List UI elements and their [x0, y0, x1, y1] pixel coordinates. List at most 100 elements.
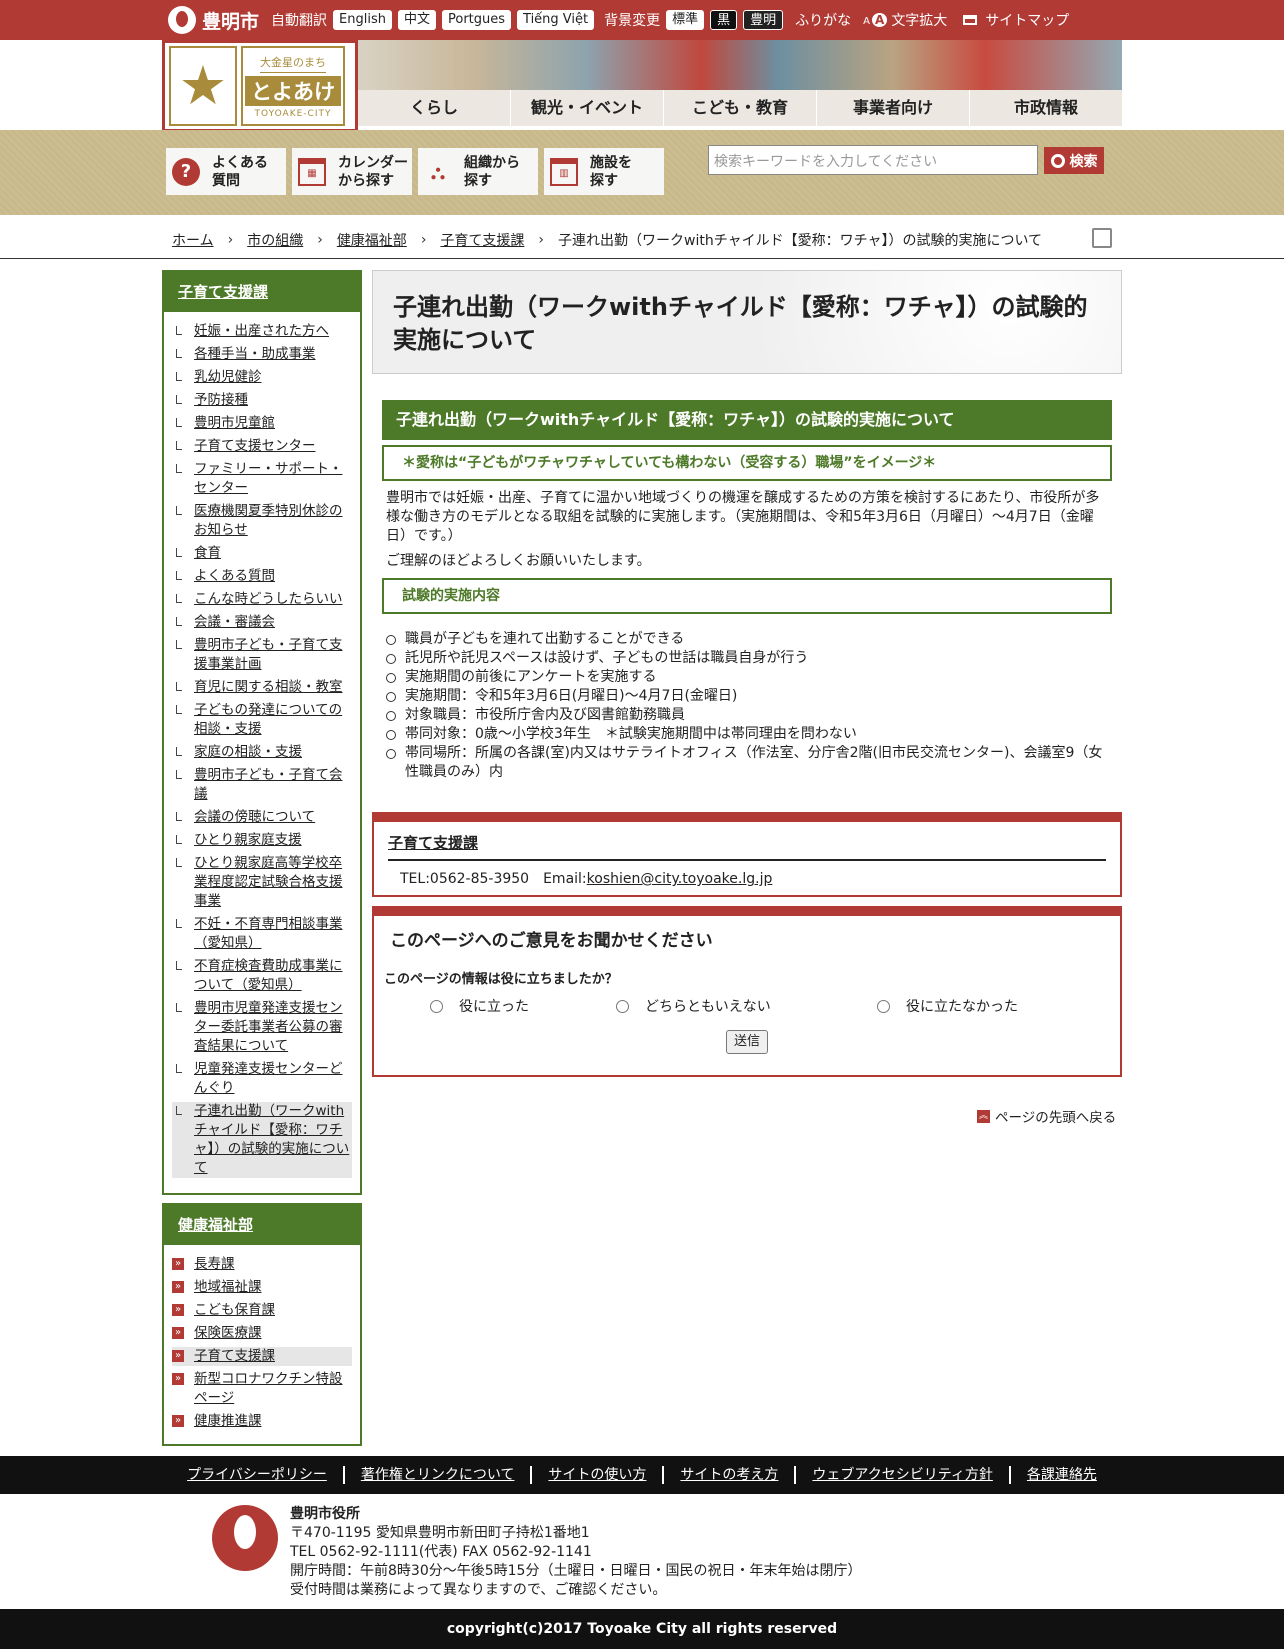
sidebar-item[interactable]: 予防接種 [172, 391, 352, 410]
org-button[interactable]: ⛬ 組織から 探す [418, 148, 538, 195]
sidebar-item-label[interactable]: 児童発達支援センターどんぐり [194, 1061, 343, 1096]
sidebar-item[interactable]: 食育 [172, 544, 352, 563]
sidebar-item[interactable]: 子連れ出勤（ワークwithチャイルド【愛称：ワチャ】）の試験的実施について [172, 1102, 352, 1178]
sidebar-item[interactable]: こども保育課 [172, 1301, 352, 1320]
sidebar-item[interactable]: 不妊・不育専門相談事業（愛知県） [172, 915, 352, 953]
sidebar-item-label[interactable]: 長寿課 [194, 1256, 235, 1272]
site-logo[interactable]: ★ 大金星のまち とよあけ TOYOAKE-CITY [162, 40, 358, 136]
sidebar-item-label[interactable]: 豊明市児童館 [194, 415, 275, 431]
zoom-button[interactable]: 文字拡大 [891, 10, 947, 30]
sidebar-item[interactable]: こんな時どうしたらいい [172, 590, 352, 609]
search-input[interactable]: 検索キーワードを入力してください [708, 145, 1038, 175]
facility-button[interactable]: ▥ 施設を 探す [544, 148, 664, 195]
sidebar-item-label[interactable]: 豊明市児童発達支援センター委託事業者公募の審査結果について [194, 1000, 343, 1054]
sidebar-item-label[interactable]: こんな時どうしたらいい [194, 591, 343, 607]
sidebar-item[interactable]: 健康推進課 [172, 1412, 352, 1431]
sidebar-item[interactable]: 豊明市子ども・子育て支援事業計画 [172, 636, 352, 674]
sidebar-item[interactable]: 保険医療課 [172, 1324, 352, 1343]
lang-portuguese[interactable]: Portgues [441, 10, 512, 30]
sidebar-item[interactable]: 子どもの発達についての相談・支援 [172, 701, 352, 739]
breadcrumb-organization[interactable]: 市の組織 [247, 230, 303, 250]
sidebar-item-label[interactable]: 不妊・不育専門相談事業（愛知県） [194, 916, 343, 951]
sidebar-item-label[interactable]: 医療機関夏季特別休診のお知らせ [194, 503, 343, 538]
back-to-top-link[interactable]: ︽ ページの先頭へ戻る [977, 1106, 1116, 1126]
bg-standard-button[interactable]: 標準 [666, 10, 705, 30]
breadcrumb-home[interactable]: ホーム [172, 230, 214, 250]
breadcrumb-childcare-support[interactable]: 子育て支援課 [440, 230, 524, 250]
sidebar-item-label[interactable]: 食育 [194, 545, 221, 561]
sidebar-item[interactable]: 会議・審議会 [172, 613, 352, 632]
sidebar-item[interactable]: 不育症検査費助成事業について（愛知県） [172, 957, 352, 995]
sidebar-item-label[interactable]: 家庭の相談・支援 [194, 744, 302, 760]
contact-department[interactable]: 子育て支援課 [388, 832, 1106, 861]
sidebar-item[interactable]: 豊明市児童館 [172, 414, 352, 433]
sidebar-item[interactable]: よくある質問 [172, 567, 352, 586]
lang-chinese[interactable]: 中文 [397, 10, 436, 30]
sidebar-item[interactable]: ファミリー・サポート・センター [172, 460, 352, 498]
sidebar-item[interactable]: 児童発達支援センターどんぐり [172, 1060, 352, 1098]
sidebar-item-label[interactable]: 保険医療課 [194, 1325, 262, 1341]
sidebar-item[interactable]: 長寿課 [172, 1255, 352, 1274]
sidebar-item-label[interactable]: 子育て支援課 [194, 1348, 275, 1364]
search-button[interactable]: 検索 [1044, 147, 1104, 174]
sidebar-item-label[interactable]: 会議・審議会 [194, 614, 275, 630]
lang-english[interactable]: English [333, 10, 392, 30]
sidebar-item-label[interactable]: ひとり親家庭高等学校卒業程度認定試験合格支援事業 [194, 855, 343, 909]
feedback-option-not-helpful[interactable]: 役に立たなかった [877, 996, 1018, 1016]
sidebar-item-label[interactable]: 各種手当・助成事業 [194, 346, 316, 362]
sidebar-item[interactable]: 子育て支援課 [172, 1347, 352, 1366]
sidebar-item-label[interactable]: 豊明市子ども・子育て支援事業計画 [194, 637, 343, 672]
feedback-option-neutral[interactable]: どちらともいえない [616, 996, 771, 1016]
sidebar-item-label[interactable]: よくある質問 [194, 568, 275, 584]
sidebar-item[interactable]: 新型コロナワクチン特設ページ [172, 1370, 352, 1408]
sidebar-item-label[interactable]: 新型コロナワクチン特設ページ [194, 1371, 343, 1406]
sidebar-item-label[interactable]: 健康推進課 [194, 1413, 262, 1429]
footer-site-usage[interactable]: サイトの使い方 [530, 1466, 662, 1484]
sidebar-item[interactable]: 医療機関夏季特別休診のお知らせ [172, 502, 352, 540]
radio-button[interactable] [430, 999, 443, 1013]
sidebar-item[interactable]: 乳幼児健診 [172, 368, 352, 387]
footer-contacts[interactable]: 各課連絡先 [1008, 1466, 1113, 1484]
gnav-government[interactable]: 市政情報 [969, 90, 1122, 126]
footer-privacy[interactable]: プライバシーポリシー [171, 1466, 343, 1484]
gnav-kurashi[interactable]: くらし [358, 90, 510, 126]
sidebar-item-label[interactable]: 不育症検査費助成事業について（愛知県） [194, 958, 343, 993]
sidebar-heading-health-welfare[interactable]: 健康福祉部 [164, 1205, 360, 1245]
bg-toyoake-button[interactable]: 豊明 [743, 10, 784, 30]
sidebar-item-label[interactable]: 予防接種 [194, 392, 248, 408]
calendar-button[interactable]: ▦ カレンダー から探す [292, 148, 412, 195]
gnav-children[interactable]: こども・教育 [663, 90, 816, 126]
contact-email-link[interactable]: koshien@city.toyoake.lg.jp [587, 871, 773, 887]
sidebar-item-label[interactable]: 子育て支援センター [194, 438, 316, 454]
sidebar-item[interactable]: 妊娠・出産された方へ [172, 322, 352, 341]
footer-accessibility[interactable]: ウェブアクセシビリティ方針 [794, 1466, 1008, 1484]
sidebar-item[interactable]: 子育て支援センター [172, 437, 352, 456]
sidebar-item[interactable]: 育児に関する相談・教室 [172, 678, 352, 697]
sidebar-item[interactable]: 会議の傍聴について [172, 808, 352, 827]
sidebar-item-label[interactable]: 会議の傍聴について [194, 809, 315, 825]
gnav-tourism[interactable]: 観光・イベント [510, 90, 663, 126]
radio-button[interactable] [877, 999, 890, 1013]
sidebar-heading-childcare[interactable]: 子育て支援課 [164, 272, 360, 312]
footer-copyright-links[interactable]: 著作権とリンクについて [342, 1466, 531, 1484]
sidebar-item-label[interactable]: ファミリー・サポート・センター [194, 461, 343, 496]
sidebar-item-label[interactable]: 豊明市子ども・子育て会議 [194, 767, 343, 802]
footer-site-policy[interactable]: サイトの考え方 [662, 1466, 794, 1484]
sidebar-item-label[interactable]: 乳幼児健診 [194, 369, 262, 385]
sidebar-item[interactable]: 家庭の相談・支援 [172, 743, 352, 762]
sitemap-link[interactable]: サイトマップ [985, 10, 1069, 30]
feedback-option-helpful[interactable]: 役に立った [430, 996, 529, 1016]
radio-button[interactable] [616, 999, 629, 1013]
sidebar-item-label[interactable]: 子連れ出勤（ワークwithチャイルド【愛称：ワチャ】）の試験的実施について [194, 1103, 349, 1176]
sidebar-item-label[interactable]: 育児に関する相談・教室 [194, 679, 343, 695]
faq-button[interactable]: ? よくある 質問 [166, 148, 286, 195]
sidebar-item[interactable]: 各種手当・助成事業 [172, 345, 352, 364]
print-icon[interactable] [1092, 228, 1112, 248]
sidebar-item[interactable]: 豊明市児童発達支援センター委託事業者公募の審査結果について [172, 999, 352, 1056]
furigana-button[interactable]: ふりがな [795, 10, 851, 30]
bg-black-button[interactable]: 黒 [710, 10, 738, 30]
sidebar-item-label[interactable]: こども保育課 [194, 1302, 275, 1318]
sidebar-item-label[interactable]: ひとり親家庭支援 [194, 832, 302, 848]
gnav-business[interactable]: 事業者向け [816, 90, 969, 126]
sidebar-item[interactable]: 地域福祉課 [172, 1278, 352, 1297]
